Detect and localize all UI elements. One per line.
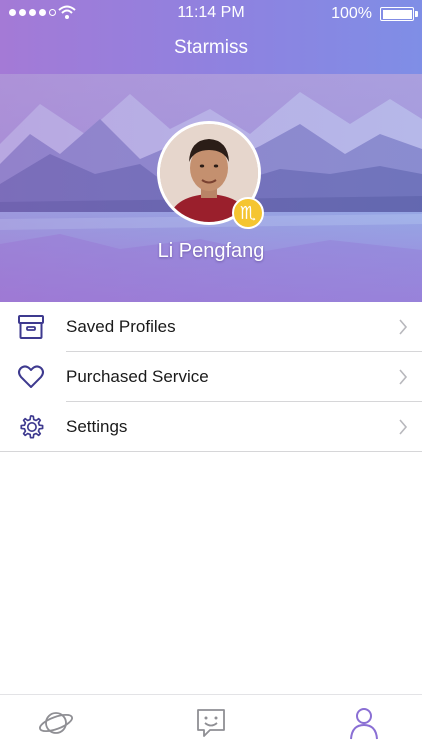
- archive-box-icon: [18, 315, 44, 339]
- zodiac-scorpio-badge: ♏: [232, 197, 264, 229]
- chevron-right-icon: [399, 419, 408, 435]
- user-name: Li Pengfang: [157, 240, 265, 262]
- battery-percentage: 100%: [331, 5, 372, 22]
- chevron-right-icon: [399, 319, 408, 335]
- menu-item-label: Saved Profiles: [66, 317, 176, 336]
- heart-icon: [18, 365, 44, 388]
- chevron-right-icon: [399, 369, 408, 385]
- app-header: 11:14 PM 100% Starmiss: [0, 0, 422, 74]
- person-icon: [350, 708, 378, 740]
- menu-item-purchased-service[interactable]: Purchased Service: [0, 352, 422, 402]
- tab-chat[interactable]: [193, 705, 229, 741]
- gear-icon: [20, 415, 44, 439]
- status-bar: 11:14 PM 100%: [0, 0, 422, 26]
- battery-icon: [380, 7, 418, 21]
- menu-item-label: Purchased Service: [66, 367, 209, 386]
- tab-profile[interactable]: [346, 705, 382, 741]
- tab-explore[interactable]: [38, 705, 74, 741]
- profile-menu: Saved Profiles Purchased Service Setting…: [0, 302, 422, 452]
- menu-item-settings[interactable]: Settings: [0, 402, 422, 452]
- divider: [0, 451, 422, 452]
- chat-bubble-icon: [197, 709, 225, 737]
- avatar-wrapper[interactable]: ♏: [157, 121, 264, 229]
- profile-banner: ♏ Li Pengfang: [0, 74, 422, 302]
- menu-item-saved-profiles[interactable]: Saved Profiles: [0, 302, 422, 352]
- nav-title: Starmiss: [174, 37, 248, 58]
- planet-icon: [38, 712, 74, 734]
- tab-bar: [0, 694, 422, 750]
- menu-item-label: Settings: [66, 417, 128, 436]
